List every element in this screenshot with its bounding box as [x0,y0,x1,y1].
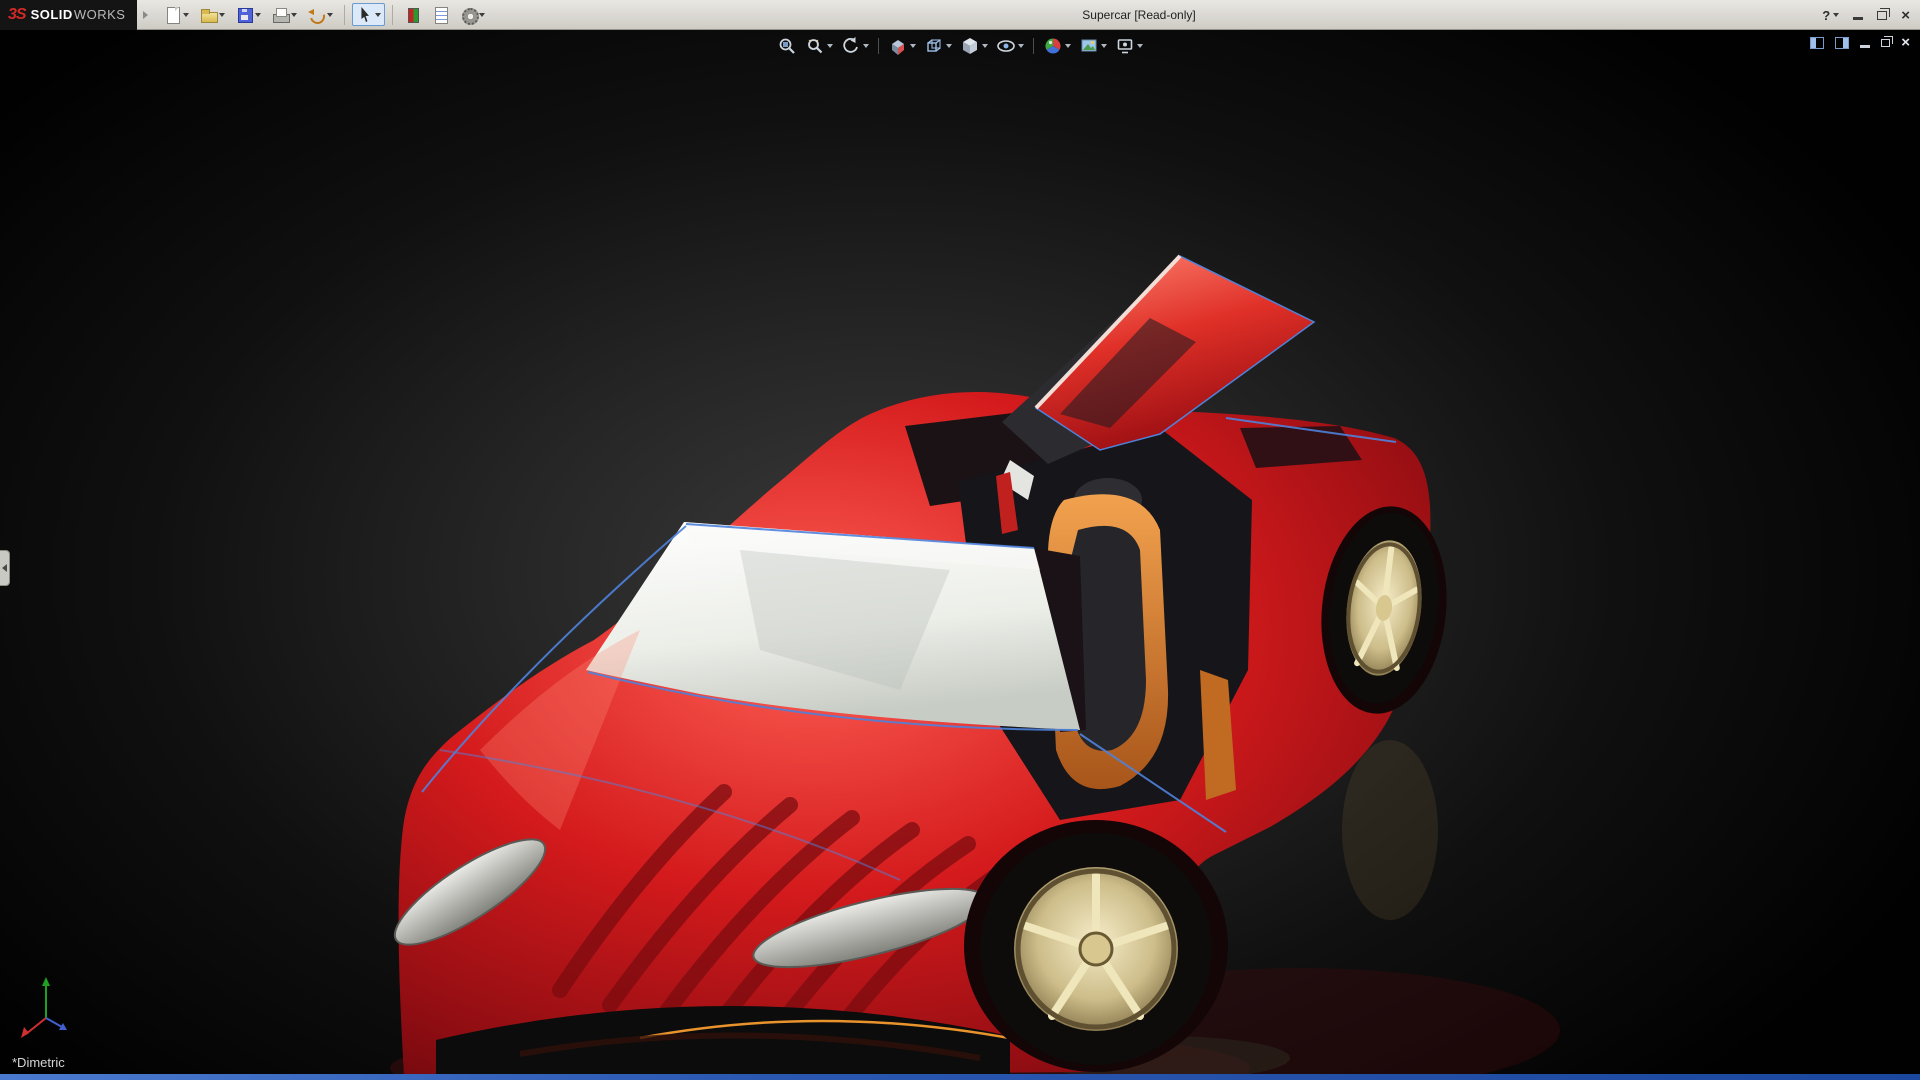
undo-button[interactable] [304,3,337,26]
sketch-sheet-button[interactable] [428,3,453,26]
previous-view-icon [841,36,861,56]
previous-view-button[interactable] [839,34,871,58]
document-title: Supercar [Read-only] [1082,0,1195,30]
options-button[interactable] [456,3,489,26]
chevron-down-icon [327,13,333,17]
cursor-select-icon [356,6,373,23]
new-document-button[interactable] [160,3,193,26]
save-button[interactable] [232,3,265,26]
chevron-down-icon [982,44,988,48]
zoom-to-fit-button[interactable] [775,34,799,58]
chevron-down-icon [1101,44,1107,48]
featuremanager-collapse-tab[interactable] [0,550,10,586]
chevron-down-icon [183,13,189,17]
chevron-down-icon [291,13,297,17]
help-icon: ? [1822,8,1830,23]
document-minimize-button[interactable] [1860,45,1870,48]
pane-split-right-icon[interactable] [1835,37,1849,49]
view-orientation-label: *Dimetric [12,1055,65,1070]
window-controls: ? × [1822,0,1910,30]
hide-show-items-button[interactable] [994,34,1026,58]
chevron-down-icon [863,44,869,48]
orientation-triad [12,968,82,1048]
open-document-button[interactable] [196,3,229,26]
appearance-ball-icon [1043,36,1063,56]
brand-solid-text: SOLID [31,7,73,22]
zoom-to-fit-icon [777,36,797,56]
chevron-down-icon [1018,44,1024,48]
view-settings-button[interactable] [1113,34,1145,58]
toolbar-separator [878,38,879,54]
restore-button[interactable] [1877,11,1887,20]
supercar-3d-model [0,30,1920,1074]
color-swatch-icon [404,6,421,23]
chevron-down-icon [375,13,381,17]
brand-3s-icon: 3S [8,6,26,24]
edit-appearance-button[interactable] [1041,34,1073,58]
titlebar: 3S SOLID WORKS [0,0,1920,30]
display-style-icon [960,36,980,56]
chevron-down-icon [219,13,225,17]
toolbar-separator [344,5,345,25]
zoom-to-area-icon [805,36,825,56]
chevron-down-icon [1065,44,1071,48]
zoom-to-area-button[interactable] [803,34,835,58]
heads-up-view-toolbar [775,34,1145,58]
section-view-button[interactable] [886,34,918,58]
graphics-viewport[interactable]: × *Dimetric [0,30,1920,1074]
display-style-button[interactable] [958,34,990,58]
document-close-button[interactable]: × [1901,35,1910,50]
view-settings-icon [1115,36,1135,56]
close-button[interactable]: × [1901,8,1910,23]
toolbar-separator [1033,38,1034,54]
eye-icon [996,36,1016,56]
apply-scene-button[interactable] [1077,34,1109,58]
open-document-icon [200,6,217,23]
brand-works-text: WORKS [74,7,126,22]
color-swatch-button[interactable] [400,3,425,26]
document-window-controls: × [1810,35,1910,50]
chevron-down-icon [479,13,485,17]
view-cube-icon [924,36,944,56]
undo-icon [308,6,325,23]
toolbar-separator [392,5,393,25]
sketch-sheet-icon [432,6,449,23]
chevron-down-icon [910,44,916,48]
select-tool-button[interactable] [352,3,385,26]
scene-picture-icon [1079,36,1099,56]
status-bar [0,1074,1920,1080]
view-orientation-button[interactable] [922,34,954,58]
chevron-down-icon [255,13,261,17]
save-icon [236,6,253,23]
chevron-down-icon [1833,13,1839,17]
print-button[interactable] [268,3,301,26]
help-button[interactable]: ? [1822,8,1839,23]
minimize-button[interactable] [1853,17,1863,20]
gear-icon [460,6,477,23]
quick-access-toolbar [148,3,489,26]
pane-split-left-icon[interactable] [1810,37,1824,49]
chevron-down-icon [1137,44,1143,48]
chevron-down-icon [827,44,833,48]
print-icon [272,6,289,23]
solidworks-logo[interactable]: 3S SOLID WORKS [0,0,137,30]
new-document-icon [164,6,181,23]
section-view-icon [888,36,908,56]
chevron-down-icon [946,44,952,48]
document-restore-button[interactable] [1881,39,1890,47]
solidworks-window: 3S SOLID WORKS [0,0,1920,1080]
